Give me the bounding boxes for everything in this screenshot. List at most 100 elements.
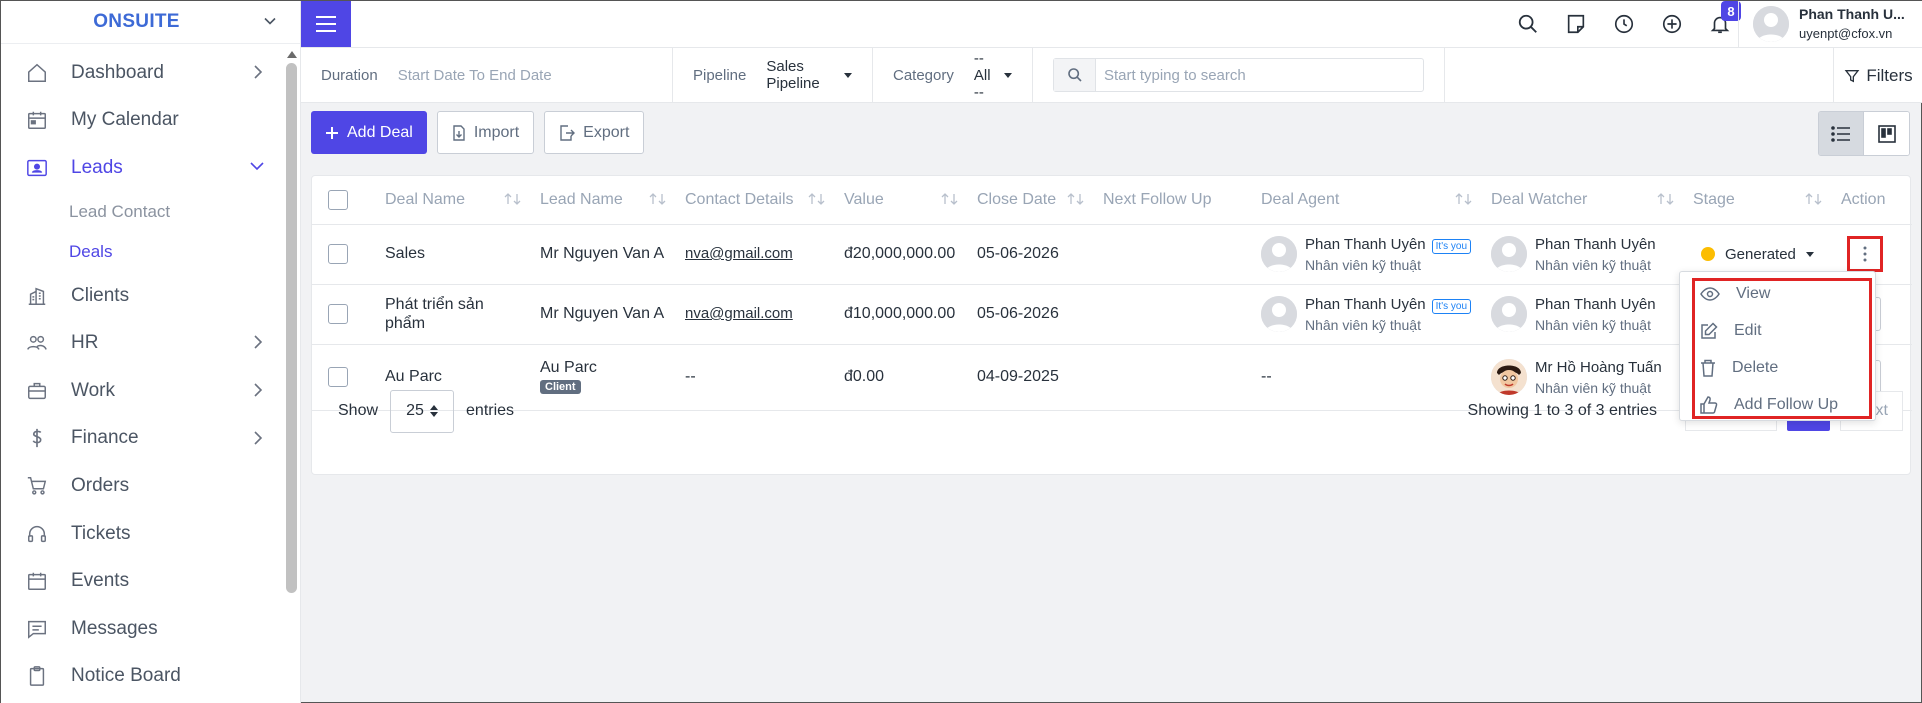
- category-select[interactable]: -- All --: [974, 50, 1012, 101]
- kanban-view-button[interactable]: [1864, 112, 1909, 155]
- list-view-button[interactable]: [1819, 112, 1864, 155]
- sidebar-item-my-calendar[interactable]: My Calendar: [1, 97, 283, 145]
- sidebar-item-work[interactable]: Work: [1, 367, 283, 415]
- sidebar-item-events[interactable]: Events: [1, 557, 283, 605]
- dropdown-item-delete[interactable]: Delete: [1700, 353, 1778, 383]
- user-info: Phan Thanh U... uyenpt@cfox.vn: [1799, 5, 1905, 43]
- sidebar-item-leads[interactable]: Leads: [1, 144, 283, 192]
- avatar: [1491, 236, 1527, 272]
- sidebar-item-hr[interactable]: HR: [1, 319, 283, 367]
- sidebar-item-orders[interactable]: Orders: [1, 462, 283, 510]
- search-box[interactable]: [1053, 58, 1424, 92]
- duration-input[interactable]: Start Date To End Date: [398, 67, 552, 84]
- sidebar-item-clients[interactable]: Clients: [1, 272, 283, 320]
- sort-icon: [649, 193, 666, 205]
- sidebar-subitem-lead-contact[interactable]: Lead Contact: [69, 192, 283, 232]
- plus-icon: [326, 126, 338, 139]
- agent-person[interactable]: Phan Thanh Uyên It's you Nhân viên kỹ thu…: [1261, 236, 1483, 273]
- thumbs-up-icon: [1700, 396, 1718, 414]
- col-next-follow-up: Next Follow Up: [1095, 176, 1253, 225]
- sidebar-item-tickets[interactable]: Tickets: [1, 510, 283, 558]
- import-button[interactable]: Import: [436, 111, 535, 154]
- sidebar-item-label: Messages: [71, 617, 158, 639]
- sort-icon: [808, 193, 825, 205]
- search-input[interactable]: [1096, 66, 1416, 84]
- action-buttons: Add Deal Import Export: [311, 111, 645, 154]
- dropdown-item-add-follow-up[interactable]: Add Follow Up: [1700, 390, 1838, 420]
- clock-icon[interactable]: [1611, 11, 1637, 37]
- menu-toggle-button[interactable]: [301, 1, 351, 47]
- filters-label: Filters: [1866, 65, 1913, 85]
- category-value: -- All --: [973, 49, 991, 101]
- col-action: Action: [1833, 176, 1912, 225]
- pipeline-select[interactable]: Sales Pipeline: [766, 58, 852, 92]
- col-close-date[interactable]: Close Date: [969, 176, 1095, 225]
- deal-agent-cell: Phan Thanh Uyên It's you Nhân viên kỹ thu…: [1253, 224, 1483, 285]
- email-link[interactable]: nva@gmail.com: [685, 305, 793, 322]
- agent-role: Nhân viên kỹ thuật: [1305, 316, 1421, 333]
- list-icon: [1831, 125, 1850, 142]
- sidebar-subitem-deals[interactable]: Deals: [69, 232, 283, 272]
- eye-icon: [1700, 287, 1720, 301]
- table-header-row: Deal Name Lead Name Contact Details Valu…: [312, 176, 1912, 225]
- chevron-right-icon: [251, 64, 265, 80]
- sidebar-item-finance[interactable]: Finance: [1, 415, 283, 463]
- value-cell: đ20,000,000.00: [836, 224, 969, 285]
- row-action-kebab-button[interactable]: [1847, 236, 1883, 272]
- duration-label: Duration: [321, 66, 378, 84]
- chevron-down-icon: [249, 159, 265, 173]
- col-value[interactable]: Value: [836, 176, 969, 225]
- bell-icon[interactable]: 8: [1707, 1, 1741, 37]
- sort-icon: [1805, 193, 1822, 205]
- watcher-person[interactable]: Phan Thanh Uyên Nhân viên kỹ thuật: [1491, 236, 1685, 273]
- sidebar-item-dashboard[interactable]: Dashboard: [1, 49, 283, 97]
- leads-submenu: Lead Contact Deals: [1, 192, 283, 272]
- dropdown-item-label: Add Follow Up: [1734, 396, 1839, 413]
- scroll-up-arrow-icon[interactable]: [287, 51, 297, 58]
- lead-name-cell[interactable]: Mr Nguyen Van A: [532, 284, 677, 345]
- dropdown-item-view[interactable]: View: [1700, 279, 1770, 309]
- watcher-person[interactable]: Phan Thanh Uyên Nhân viên kỹ thuật: [1491, 296, 1685, 333]
- add-deal-button[interactable]: Add Deal: [311, 111, 427, 154]
- email-link[interactable]: nva@gmail.com: [685, 245, 793, 262]
- sidebar-item-messages[interactable]: Messages: [1, 605, 283, 653]
- pipeline-filter[interactable]: Pipeline Sales Pipeline: [673, 48, 873, 102]
- col-stage[interactable]: Stage: [1685, 176, 1833, 225]
- entries-per-page-select[interactable]: 25: [390, 389, 455, 433]
- sidebar-scrollbar[interactable]: [284, 51, 297, 703]
- agent-role: Nhân viên kỹ thuật: [1305, 256, 1421, 273]
- agent-person[interactable]: Phan Thanh Uyên It's you Nhân viên kỹ thu…: [1261, 296, 1483, 333]
- its-you-badge: It's you: [1431, 298, 1472, 314]
- deal-name-cell[interactable]: Sales: [377, 224, 532, 285]
- caret-down-icon: [1805, 251, 1814, 257]
- export-button[interactable]: Export: [544, 111, 645, 154]
- col-deal-agent[interactable]: Deal Agent: [1253, 176, 1483, 225]
- deal-name-cell[interactable]: Phát triển sản phẩm: [377, 284, 532, 345]
- filters-button[interactable]: Filters: [1833, 48, 1922, 103]
- plus-circle-icon[interactable]: [1659, 11, 1685, 37]
- row-checkbox[interactable]: [328, 304, 348, 324]
- lead-name: Au Parc: [540, 359, 597, 376]
- category-label: Category: [893, 66, 954, 84]
- chevron-down-icon[interactable]: [262, 13, 278, 29]
- add-deal-label: Add Deal: [347, 123, 413, 141]
- sticky-note-icon[interactable]: [1563, 11, 1589, 37]
- dropdown-item-edit[interactable]: Edit: [1700, 316, 1762, 346]
- value-cell: đ10,000,000.00: [836, 284, 969, 345]
- scrollbar-thumb[interactable]: [286, 63, 297, 593]
- sidebar-item-notice-board[interactable]: Notice Board: [1, 653, 283, 701]
- stage-select[interactable]: Generated: [1693, 246, 1833, 263]
- category-filter[interactable]: Category -- All --: [873, 48, 1033, 102]
- col-contact-details[interactable]: Contact Details: [677, 176, 836, 225]
- pipeline-value: Sales Pipeline: [766, 58, 820, 92]
- lead-name-cell[interactable]: Mr Nguyen Van A: [532, 224, 677, 285]
- row-checkbox[interactable]: [328, 244, 348, 264]
- user-menu[interactable]: Phan Thanh U... uyenpt@cfox.vn: [1738, 1, 1922, 47]
- entries-label: entries: [466, 402, 515, 419]
- search-icon[interactable]: [1515, 11, 1541, 37]
- select-all-checkbox[interactable]: [328, 189, 348, 210]
- duration-filter[interactable]: Duration Start Date To End Date: [301, 48, 673, 102]
- col-deal-watcher[interactable]: Deal Watcher: [1483, 176, 1685, 225]
- col-lead-name[interactable]: Lead Name: [532, 176, 677, 225]
- col-deal-name[interactable]: Deal Name: [377, 176, 532, 225]
